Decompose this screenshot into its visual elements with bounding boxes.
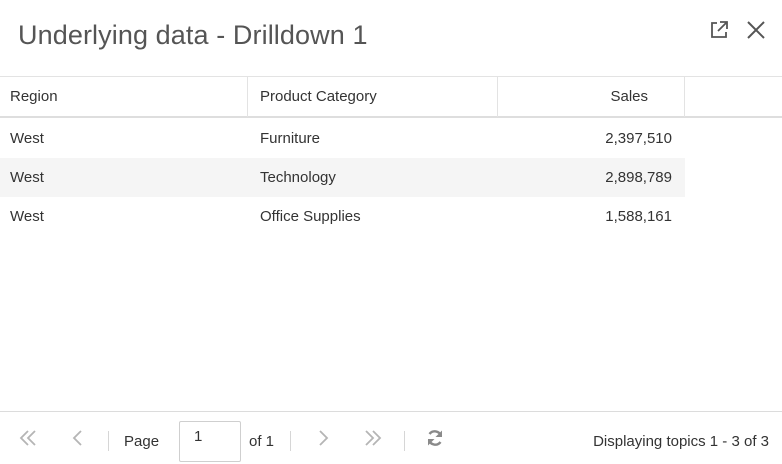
next-page-icon <box>319 430 329 446</box>
popout-button[interactable] <box>705 16 733 44</box>
first-page-button[interactable] <box>16 426 40 450</box>
cell-product-category: Technology <box>260 169 336 186</box>
page-count-label: of 1 <box>249 433 275 450</box>
cell-product-category: Furniture <box>260 130 321 147</box>
cell-region: West <box>10 169 44 186</box>
page-label: Page <box>124 433 160 450</box>
data-grid: Region Product Category Sales West Furni… <box>0 76 782 411</box>
dialog-header: Underlying data - Drilldown 1 <box>0 0 782 76</box>
toolbar-separator <box>108 431 109 451</box>
paging-toolbar: Page of 1 Displaying topics 1 - 3 of 3 <box>0 411 782 464</box>
cell-product-category: Office Supplies <box>260 208 361 225</box>
cell-region: West <box>10 130 44 147</box>
next-page-button[interactable] <box>311 426 335 450</box>
column-header-region[interactable]: Region <box>0 77 248 117</box>
close-icon <box>747 21 765 39</box>
table-row[interactable]: West Office Supplies 1,588,161 <box>0 197 685 236</box>
last-page-button[interactable] <box>361 426 385 450</box>
toolbar-separator <box>404 431 405 451</box>
prev-page-icon <box>72 430 82 446</box>
table-row[interactable]: West Furniture 2,397,510 <box>0 119 685 158</box>
underlying-data-dialog: Underlying data - Drilldown 1 Region Pro… <box>0 0 782 464</box>
last-page-icon <box>365 430 382 446</box>
column-header-sales[interactable]: Sales <box>498 77 685 117</box>
display-info: Displaying topics 1 - 3 of 3 <box>593 433 769 450</box>
cell-sales: 2,898,789 <box>605 169 672 186</box>
page-number-input[interactable] <box>179 421 241 462</box>
refresh-button[interactable] <box>423 426 447 450</box>
toolbar-separator <box>290 431 291 451</box>
cell-region: West <box>10 208 44 225</box>
prev-page-button[interactable] <box>66 426 90 450</box>
table-row[interactable]: West Technology 2,898,789 <box>0 158 685 197</box>
first-page-icon <box>19 430 36 446</box>
close-button[interactable] <box>742 16 770 44</box>
cell-sales: 1,588,161 <box>605 208 672 225</box>
cell-sales: 2,397,510 <box>605 130 672 147</box>
external-link-icon <box>711 21 728 38</box>
grid-header: Region Product Category Sales <box>0 76 782 118</box>
dialog-title: Underlying data - Drilldown 1 <box>18 20 368 50</box>
refresh-icon <box>427 430 443 446</box>
column-header-product-category[interactable]: Product Category <box>248 77 498 117</box>
